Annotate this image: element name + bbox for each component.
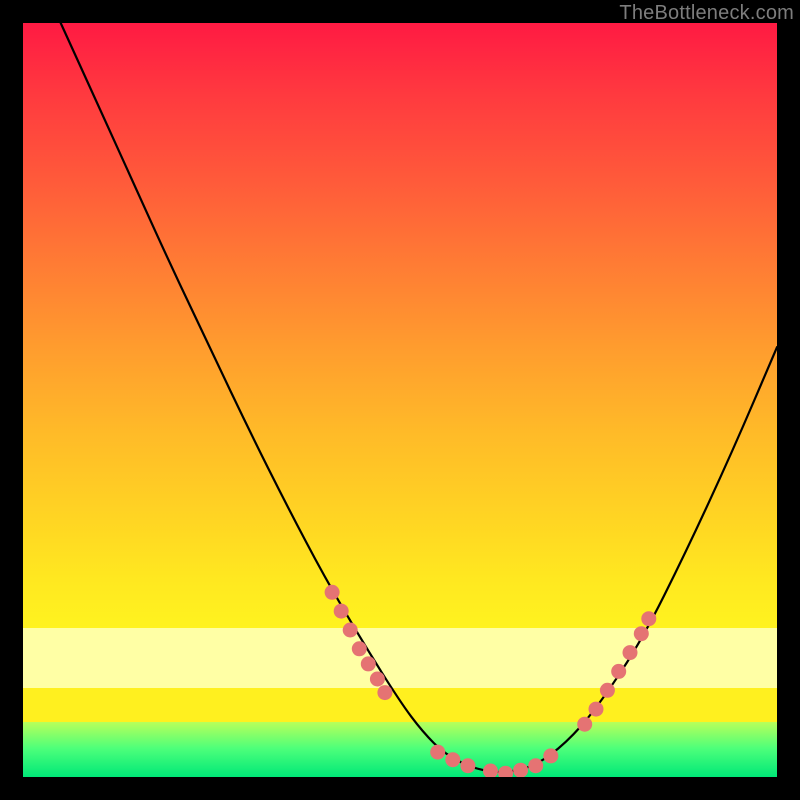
watermark-text: TheBottleneck.com [619, 2, 794, 25]
gradient-band-yellow [23, 688, 777, 722]
chart-frame: TheBottleneck.com [0, 0, 800, 800]
gradient-band-pale [23, 628, 777, 688]
plot-area [23, 23, 777, 777]
gradient-band-main [23, 23, 777, 628]
gradient-band-green [23, 722, 777, 777]
